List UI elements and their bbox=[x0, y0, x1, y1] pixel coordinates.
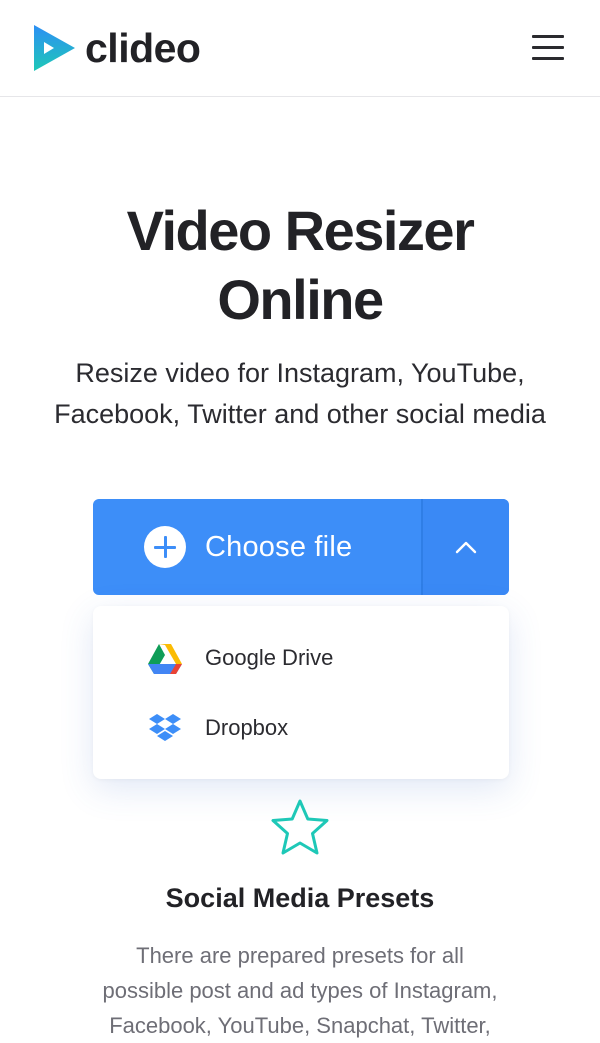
upload-source-dropdown: Google Drive Dropbox bbox=[93, 606, 509, 779]
dropbox-label: Dropbox bbox=[205, 715, 289, 740]
choose-file-control: Choose file bbox=[93, 499, 509, 595]
hamburger-menu-icon[interactable] bbox=[526, 29, 570, 67]
google-drive-icon bbox=[148, 644, 182, 674]
clideo-logo[interactable]: clideo bbox=[31, 23, 201, 73]
source-menu-toggle[interactable] bbox=[423, 499, 509, 595]
page-title: Video Resizer Online bbox=[126, 199, 475, 331]
site-header: clideo bbox=[0, 0, 600, 97]
choose-file-label: Choose file bbox=[205, 530, 353, 563]
logo-text: clideo bbox=[85, 25, 201, 71]
google-drive-label: Google Drive bbox=[205, 645, 334, 670]
dropbox-option[interactable]: Dropbox bbox=[93, 693, 509, 763]
plus-circle-icon bbox=[144, 526, 186, 568]
chevron-up-icon bbox=[455, 541, 477, 554]
page-subtitle: Resize video for Instagram, YouTube, Fac… bbox=[54, 358, 546, 429]
star-icon bbox=[271, 799, 329, 855]
clideo-play-logo-icon bbox=[34, 25, 75, 71]
feature-title: Social Media Presets bbox=[165, 883, 435, 913]
choose-file-button[interactable]: Choose file bbox=[93, 499, 421, 595]
dropbox-icon bbox=[149, 714, 181, 741]
feature-description: There are prepared presets for all possi… bbox=[102, 943, 498, 1038]
google-drive-option[interactable]: Google Drive bbox=[93, 623, 509, 693]
